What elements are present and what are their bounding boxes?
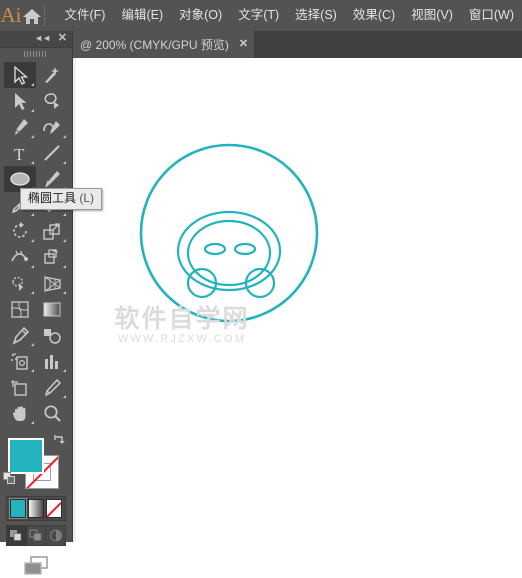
shape-builder-tool-icon[interactable] [4, 270, 36, 296]
tool-flyout-corner [31, 421, 34, 424]
app-logo: Ai [0, 0, 22, 31]
perspective-grid-tool-icon[interactable] [36, 270, 68, 296]
color-controls [0, 432, 72, 492]
menu-bar: Ai 文件(F) 编辑(E) 对象(O) 文字(T) 选择(S) 效果(C) 视… [0, 0, 522, 31]
tool-tooltip: 椭圆工具 (L) [20, 188, 102, 210]
document-tab-bar: @ 200% (CMYK/GPU 预览) ✕ [0, 31, 522, 58]
scale-tool-icon[interactable] [36, 218, 68, 244]
screen-mode-button[interactable] [0, 554, 72, 578]
tooltip-tool-name: 椭圆工具 [28, 191, 76, 205]
artboard-tool-icon[interactable] [4, 374, 36, 400]
watermark-title: 软件自学网 [82, 306, 282, 332]
tool-flyout-corner [63, 369, 66, 372]
fill-swatch[interactable] [8, 438, 44, 474]
zoom-tool-icon[interactable] [36, 400, 68, 426]
tools-panel-drag-handle[interactable] [0, 48, 72, 60]
menu-divider [44, 6, 45, 26]
magic-wand-tool-icon[interactable] [36, 62, 68, 88]
tooltip-shortcut: (L) [79, 191, 94, 205]
draw-mode-inside[interactable] [46, 526, 65, 545]
tool-flyout-corner [63, 213, 66, 216]
document-tab[interactable]: @ 200% (CMYK/GPU 预览) ✕ [72, 31, 254, 58]
canvas-area[interactable]: 软件自学网 WWW.RJZXW.COM [72, 58, 522, 542]
menu-window[interactable]: 窗口(W) [461, 0, 522, 31]
document-tab-close-icon[interactable]: ✕ [239, 39, 248, 50]
tool-flyout-corner [31, 291, 34, 294]
direct-selection-tool-icon[interactable] [4, 88, 36, 114]
tools-panel-header: ◄◄ ✕ [0, 31, 72, 48]
tool-flyout-corner [63, 239, 66, 242]
document-tab-label: @ 200% (CMYK/GPU 预览) [80, 36, 229, 53]
menu-view[interactable]: 视图(V) [403, 0, 461, 31]
artwork-outer-circle [141, 145, 317, 321]
swap-fill-stroke-icon[interactable] [53, 434, 66, 447]
svg-text:T: T [14, 145, 25, 163]
tool-flyout-corner [63, 395, 66, 398]
draw-mode-normal[interactable] [7, 526, 27, 545]
draw-mode-row [6, 525, 66, 546]
tool-flyout-corner [31, 265, 34, 268]
grip-lines-icon [24, 51, 48, 57]
line-segment-tool-icon[interactable] [36, 140, 68, 166]
menu-edit[interactable]: 编辑(E) [113, 0, 171, 31]
tool-flyout-corner [31, 343, 34, 346]
symbol-sprayer-tool-icon[interactable] [4, 348, 36, 374]
tool-flyout-corner [31, 83, 34, 86]
tool-flyout-corner [63, 265, 66, 268]
tool-flyout-corner [63, 161, 66, 164]
artwork-head-outer [178, 212, 280, 290]
artwork-illustration[interactable] [72, 58, 522, 542]
slice-tool-icon[interactable] [36, 374, 68, 400]
menu-effect[interactable]: 效果(C) [345, 0, 403, 31]
gradient-tool-icon[interactable] [36, 296, 68, 322]
collapse-panel-icon[interactable]: ◄◄ [34, 34, 50, 43]
illustrator-window: Ai 文件(F) 编辑(E) 对象(O) 文字(T) 选择(S) 效果(C) 视… [0, 0, 522, 542]
color-mode-color[interactable] [10, 499, 26, 518]
artwork-head-inner [188, 221, 270, 285]
width-tool-icon[interactable] [4, 244, 36, 270]
color-mode-gradient[interactable] [28, 499, 44, 518]
watermark-url: WWW.RJZXW.COM [82, 332, 282, 346]
tool-flyout-corner [31, 213, 34, 216]
type-tool-icon[interactable]: T [4, 140, 36, 166]
tool-flyout-corner [31, 109, 34, 112]
color-mode-none[interactable] [46, 499, 62, 518]
tool-grid: T [0, 60, 72, 426]
mesh-tool-icon[interactable] [4, 296, 36, 322]
tool-flyout-corner [31, 239, 34, 242]
default-fill-stroke-icon[interactable] [3, 472, 16, 485]
menu-file[interactable]: 文件(F) [57, 0, 114, 31]
free-transform-tool-icon[interactable] [36, 244, 68, 270]
menu-type[interactable]: 文字(T) [230, 0, 287, 31]
menu-items: 文件(F) 编辑(E) 对象(O) 文字(T) 选择(S) 效果(C) 视图(V… [57, 0, 522, 31]
tool-flyout-corner [31, 369, 34, 372]
menu-select[interactable]: 选择(S) [287, 0, 345, 31]
eyedropper-tool-icon[interactable] [4, 322, 36, 348]
pen-tool-icon[interactable] [4, 114, 36, 140]
watermark: 软件自学网 WWW.RJZXW.COM [82, 306, 282, 346]
lasso-tool-icon[interactable] [36, 88, 68, 114]
artwork-eye-right [235, 244, 255, 254]
menu-object[interactable]: 对象(O) [171, 0, 230, 31]
close-panel-icon[interactable]: ✕ [58, 33, 67, 44]
selection-tool-icon[interactable] [4, 62, 36, 88]
hand-tool-icon[interactable] [4, 400, 36, 426]
draw-mode-behind[interactable] [27, 526, 47, 545]
tool-flyout-corner [31, 135, 34, 138]
color-mode-row [6, 496, 66, 521]
artwork-eye-left [205, 244, 225, 254]
none-slash-icon [47, 500, 61, 517]
home-icon[interactable] [22, 7, 42, 25]
column-graph-tool-icon[interactable] [36, 348, 68, 374]
tools-panel: ◄◄ ✕ [0, 31, 73, 542]
rotate-tool-icon[interactable] [4, 218, 36, 244]
curvature-tool-icon[interactable] [36, 114, 68, 140]
tool-flyout-corner [63, 291, 66, 294]
tool-flyout-corner [31, 161, 34, 164]
blend-tool-icon[interactable] [36, 322, 68, 348]
tool-flyout-corner [63, 135, 66, 138]
